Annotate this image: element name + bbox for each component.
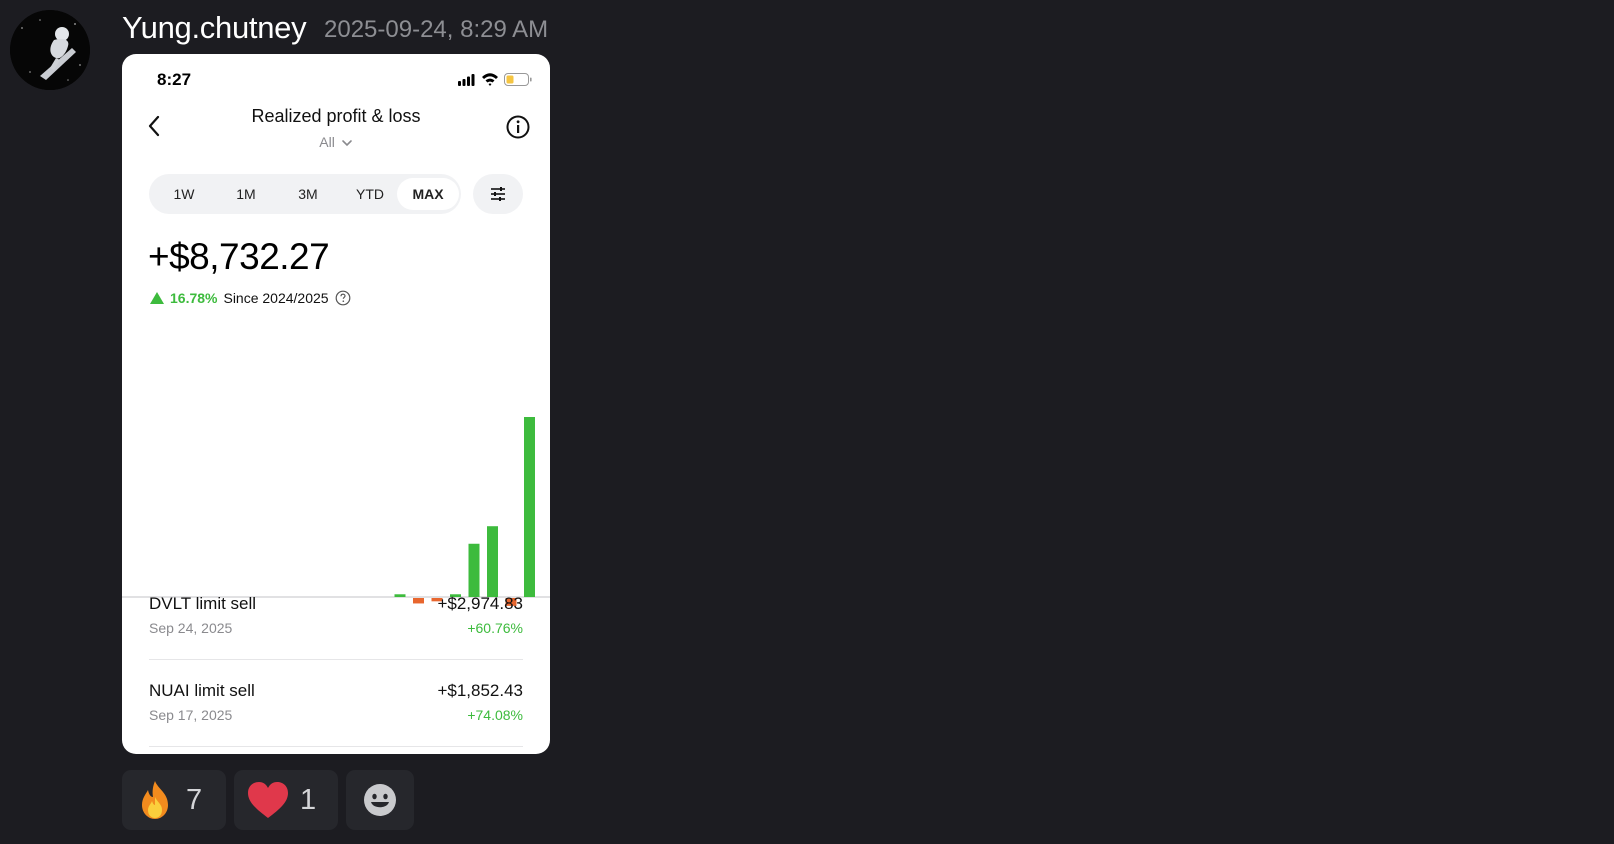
reaction-heart[interactable]: 1 (234, 770, 338, 830)
trade-row[interactable]: DVLT limit sell Sep 24, 2025 +$2,974.83 … (149, 594, 523, 681)
info-button[interactable] (505, 114, 531, 140)
trade-name: DVLT limit sell (149, 594, 257, 613)
tab-max[interactable]: MAX (397, 178, 459, 210)
tab-1m[interactable]: 1M (215, 178, 277, 210)
tab-1w[interactable]: 1W (153, 178, 215, 210)
reaction-count: 1 (300, 783, 317, 816)
tab-3m[interactable]: 3M (277, 178, 339, 210)
pnl-change-percent: 16.78% (170, 290, 218, 306)
screen-title: Realized profit & loss (251, 106, 421, 126)
pnl-bar-chart (122, 417, 550, 606)
chart-bar[interactable] (524, 417, 535, 597)
trade-row[interactable]: NUAI limit sell Sep 17, 2025 +$1,852.43 … (149, 681, 523, 754)
trade-name: NUAI limit sell (149, 681, 255, 700)
add-reaction-icon (364, 784, 396, 816)
pnl-change-row: 16.78% Since 2024/2025 (150, 290, 351, 306)
realized-pnl-value: +$8,732.27 (148, 236, 330, 277)
trade-date: Sep 17, 2025 (149, 707, 233, 723)
astronaut-avatar-image (10, 10, 90, 90)
sliders-icon (491, 187, 505, 201)
user-avatar[interactable] (10, 10, 90, 90)
tab-ytd[interactable]: YTD (339, 178, 401, 210)
signal-icon (458, 74, 475, 86)
status-bar-icons (458, 72, 532, 93)
triangle-up-icon (150, 292, 164, 304)
wifi-icon (482, 73, 498, 86)
status-bar-time: 8:27 (157, 70, 192, 89)
attached-screenshot[interactable]: 8:27 Realized profit & loss All 1W 1M 3M… (122, 54, 550, 754)
battery-icon (504, 73, 532, 86)
chart-bar[interactable] (487, 526, 498, 597)
chevron-down-icon (341, 140, 352, 147)
info-icon (506, 115, 530, 139)
trade-percent: +60.76% (467, 620, 523, 636)
account-filter-label: All (319, 134, 335, 150)
fire-emoji-icon (142, 781, 168, 819)
add-reaction-button[interactable] (346, 770, 414, 830)
help-icon[interactable] (335, 290, 351, 306)
trade-amount: +$1,852.43 (437, 681, 523, 700)
trade-amount: +$2,974.83 (437, 594, 523, 613)
filter-settings-button[interactable] (473, 174, 523, 214)
message-timestamp: 2025-09-24, 8:29 AM (324, 16, 549, 43)
row-divider (149, 746, 523, 747)
trade-percent: +74.08% (467, 707, 523, 723)
row-divider (149, 659, 523, 660)
heart-emoji-icon (248, 782, 288, 818)
time-range-tabs: 1W 1M 3M YTD MAX (149, 174, 461, 214)
chart-bar[interactable] (468, 543, 480, 597)
message-username[interactable]: Yung.chutney (122, 10, 307, 46)
reaction-fire[interactable]: 7 (122, 770, 226, 830)
reaction-count: 7 (186, 783, 203, 816)
account-filter-dropdown[interactable]: All (122, 134, 550, 150)
trade-date: Sep 24, 2025 (149, 620, 233, 636)
pnl-since-label: Since 2024/2025 (223, 290, 329, 306)
